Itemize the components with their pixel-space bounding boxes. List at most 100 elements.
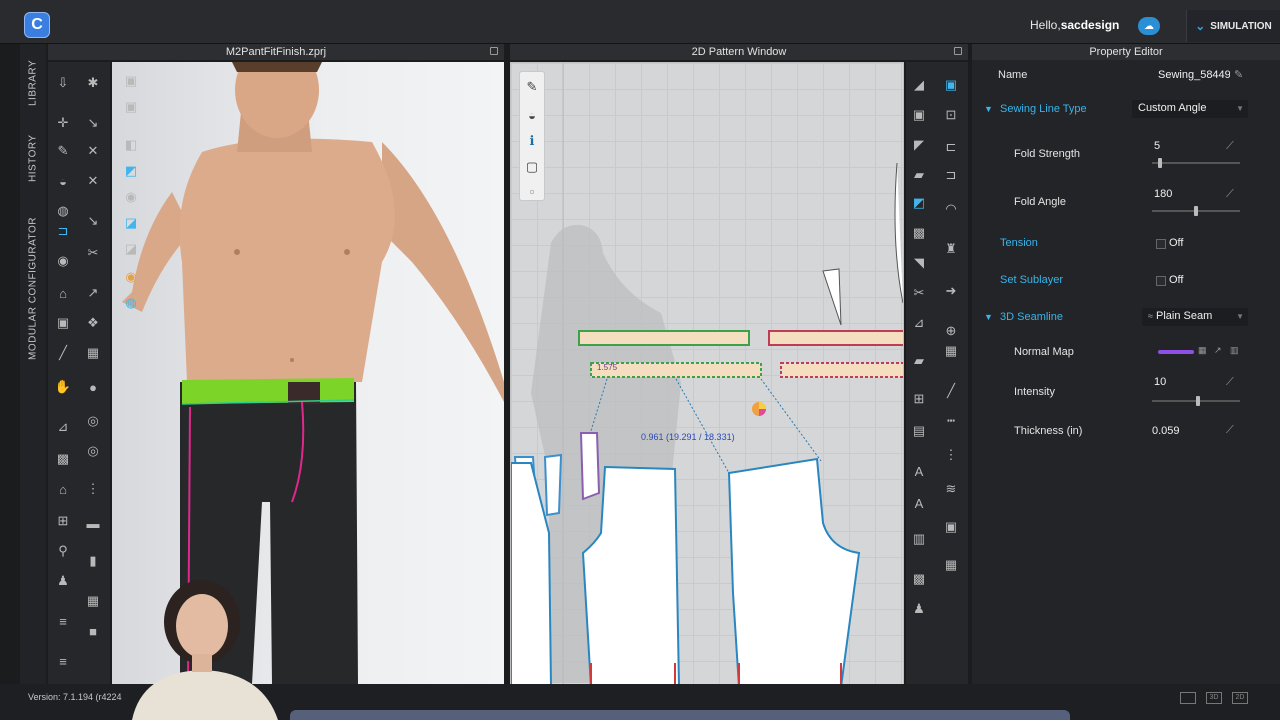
select-mesh-icon[interactable]: ◍	[54, 202, 72, 220]
internal-shape-icon[interactable]: ◩	[910, 194, 928, 212]
polygon-icon[interactable]: ◢	[910, 76, 928, 94]
external-link-icon[interactable]: ↗	[1214, 345, 1222, 356]
camera-icon[interactable]: ◧	[122, 136, 140, 154]
avatar-silhouette-icon[interactable]: ◉	[122, 188, 140, 206]
fold-strength-slider[interactable]	[1152, 158, 1240, 168]
arrange-icon[interactable]: ↘	[84, 212, 102, 230]
button-icon[interactable]: ●	[84, 378, 102, 396]
render-mode-icon[interactable]: ◪	[122, 214, 140, 232]
brush-icon[interactable]: ✎	[54, 142, 72, 160]
figure-icon[interactable]: ♟	[54, 572, 72, 590]
pleat-icon[interactable]: ⊕	[942, 322, 960, 340]
light-icon[interactable]: ◩	[122, 162, 140, 180]
popout-icon[interactable]	[954, 47, 962, 55]
topstitch-2d-icon[interactable]: ⋮	[942, 446, 960, 464]
group-icon[interactable]: ▣	[942, 518, 960, 536]
hanger-icon[interactable]: ⚲	[54, 542, 72, 560]
transform-pattern-icon[interactable]: ◒	[523, 106, 541, 124]
elastic-2d-icon[interactable]: ⊏	[942, 138, 960, 156]
intensity-slider[interactable]	[1152, 396, 1240, 406]
elastic-icon[interactable]: ⋮	[84, 480, 102, 498]
collapse-icon[interactable]: ▼	[984, 104, 993, 114]
free-sewing-icon[interactable]: ⊡	[942, 106, 960, 124]
ruler-icon[interactable]: ▤	[910, 422, 928, 440]
expand-icon[interactable]: ≡	[54, 652, 72, 670]
trash-icon[interactable]: ▥	[1230, 345, 1239, 356]
pattern-grid-icon[interactable]: ▦	[84, 344, 102, 362]
line-tool-icon[interactable]: ╱	[942, 382, 960, 400]
view-2d-icon[interactable]: 2D	[1232, 692, 1248, 704]
slider-knob[interactable]	[1158, 158, 1162, 168]
globe-icon[interactable]: ◍	[122, 294, 140, 312]
sort-icon[interactable]: ▦	[84, 592, 102, 610]
garment-display-icon[interactable]: ▣	[122, 98, 140, 116]
popout-icon[interactable]	[490, 47, 498, 55]
avatar-tool-icon[interactable]: ◉	[54, 252, 72, 270]
text-a-icon[interactable]: A	[910, 462, 928, 480]
dashed-line-icon[interactable]: ┅	[942, 412, 960, 430]
collapse-icon[interactable]: ▼	[984, 312, 993, 322]
texture-view-icon[interactable]: ◪	[122, 240, 140, 258]
garment-icon[interactable]: ◒	[54, 172, 72, 190]
rectangle-icon[interactable]: ▣	[910, 106, 928, 124]
collapse-icon[interactable]: ≡	[54, 612, 72, 630]
dart-icon[interactable]: ◥	[910, 254, 928, 272]
simulate-down-icon[interactable]: ⇩	[54, 74, 72, 92]
piping-icon[interactable]: ◎	[84, 442, 102, 460]
cut-icon[interactable]: ✂	[84, 244, 102, 262]
transform-icon[interactable]: ↘	[84, 114, 102, 132]
folder-icon[interactable]: ▰	[910, 166, 928, 184]
clo-logo-icon[interactable]: C	[24, 12, 50, 38]
pencil-icon[interactable]: ✎	[1234, 68, 1243, 81]
pin-icon[interactable]: ⟋	[1226, 140, 1234, 153]
graphic-icon[interactable]: ❖	[84, 314, 102, 332]
wave-icon[interactable]: ≋	[942, 480, 960, 498]
slider-knob[interactable]	[1196, 396, 1200, 406]
layer-icon[interactable]: ▢	[523, 158, 541, 176]
pin-icon[interactable]: ⟋	[1226, 376, 1234, 389]
edit-line-icon[interactable]: ╱	[54, 344, 72, 362]
square-icon[interactable]: ■	[84, 622, 102, 640]
person-icon[interactable]: ♟	[910, 600, 928, 618]
fold-strength-value[interactable]: 5	[1154, 140, 1160, 152]
zipper-icon[interactable]: ⊿	[54, 418, 72, 436]
user-name[interactable]: sacdesign	[1061, 18, 1120, 32]
tab-modular-configurator[interactable]: MODULAR CONFIGURATOR	[20, 214, 46, 364]
intensity-value[interactable]: 10	[1154, 376, 1166, 388]
fold-angle-slider[interactable]	[1152, 206, 1240, 216]
pin-icon[interactable]: ⟋	[1226, 188, 1234, 201]
grid-icon[interactable]: ▦	[1198, 345, 1207, 356]
fold-icon[interactable]: ✕	[84, 142, 102, 160]
tension-checkbox[interactable]	[1156, 239, 1166, 249]
puckering-icon[interactable]: ▩	[54, 450, 72, 468]
flip-icon[interactable]: ▮	[84, 552, 102, 570]
trace-icon[interactable]: ⊞	[910, 390, 928, 408]
checker-icon[interactable]: ▦	[942, 342, 960, 360]
topstitch-icon[interactable]: ◎	[84, 412, 102, 430]
tab-history[interactable]: HISTORY	[20, 132, 46, 184]
lock-icon[interactable]: ▫	[523, 182, 541, 200]
fabric-icon[interactable]: ⊞	[54, 512, 72, 530]
texture-icon[interactable]: ▣	[54, 314, 72, 332]
select-pattern-icon[interactable]: ✎	[523, 78, 541, 96]
text-b-icon[interactable]: A	[910, 494, 928, 512]
thickness-value[interactable]: 0.059	[1152, 425, 1180, 437]
seamline-select[interactable]: ≈ Plain Seam ▼	[1142, 308, 1248, 326]
sewing-select-2d-icon[interactable]: ⊐	[942, 166, 960, 184]
skin-icon[interactable]: ◉	[122, 268, 140, 286]
arrow-right-icon[interactable]: ➜	[942, 282, 960, 300]
name-value[interactable]: Sewing_58449	[1158, 69, 1230, 81]
tab-library[interactable]: LIBRARY	[20, 58, 46, 108]
shirt-icon[interactable]: ♜	[942, 240, 960, 258]
cut-2d-icon[interactable]: ✂	[910, 284, 928, 302]
curve-icon[interactable]: ◤	[910, 136, 928, 154]
sewing-select-icon[interactable]: ⊐	[54, 222, 72, 240]
cloud-icon[interactable]: ☁	[1138, 17, 1160, 35]
mesh-icon[interactable]: ▩	[910, 570, 928, 588]
set-sublayer-checkbox[interactable]	[1156, 276, 1166, 286]
trim-icon[interactable]: ▬	[84, 514, 102, 532]
pattern-window-2d[interactable]: 0.961 (19.291 / 18.331) 1.575 ✎ ◒ ℹ ▢ ▫	[510, 62, 904, 686]
symmetry-icon[interactable]: ⊿	[910, 314, 928, 332]
segment-sewing-icon[interactable]: ▣	[942, 76, 960, 94]
shirring-icon[interactable]: ⌂	[54, 480, 72, 498]
